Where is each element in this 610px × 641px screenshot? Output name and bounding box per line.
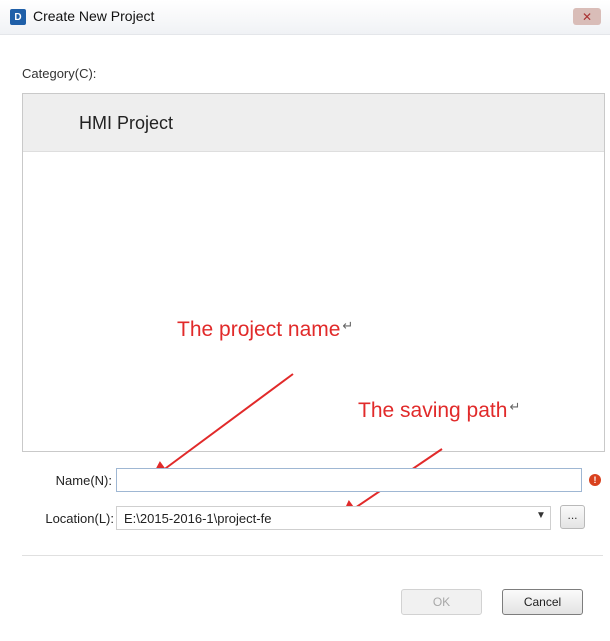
- window-title: Create New Project: [33, 8, 155, 24]
- annotation-saving-path: The saving path ↵: [358, 399, 520, 423]
- annotation-saving-path-text: The saving path: [358, 399, 508, 422]
- browse-button[interactable]: ...: [560, 505, 585, 529]
- close-icon: ✕: [581, 9, 593, 24]
- error-icon: !: [589, 474, 601, 486]
- location-label: Location(L):: [45, 511, 114, 526]
- ok-button[interactable]: OK: [401, 589, 482, 615]
- divider: [22, 555, 603, 556]
- chevron-down-icon[interactable]: ▼: [536, 510, 546, 521]
- category-item-label: HMI Project: [79, 113, 174, 133]
- name-label: Name(N):: [55, 473, 112, 488]
- return-icon: ↵: [342, 318, 354, 333]
- return-icon: ↵: [509, 399, 521, 414]
- name-input[interactable]: [116, 468, 582, 492]
- category-item-hmi-project[interactable]: HMI Project: [23, 94, 604, 152]
- title-bar: D Create New Project ✕: [0, 0, 610, 35]
- category-label: Category(C):: [22, 66, 97, 81]
- close-button[interactable]: ✕: [573, 8, 601, 25]
- annotation-project-name: The project name ↵: [177, 318, 353, 342]
- app-icon: D: [10, 9, 26, 25]
- location-select[interactable]: E:\2015-2016-1\project-fe ▼: [116, 506, 551, 530]
- annotation-project-name-text: The project name: [177, 318, 341, 341]
- location-value: E:\2015-2016-1\project-fe: [124, 511, 272, 526]
- cancel-button[interactable]: Cancel: [502, 589, 583, 615]
